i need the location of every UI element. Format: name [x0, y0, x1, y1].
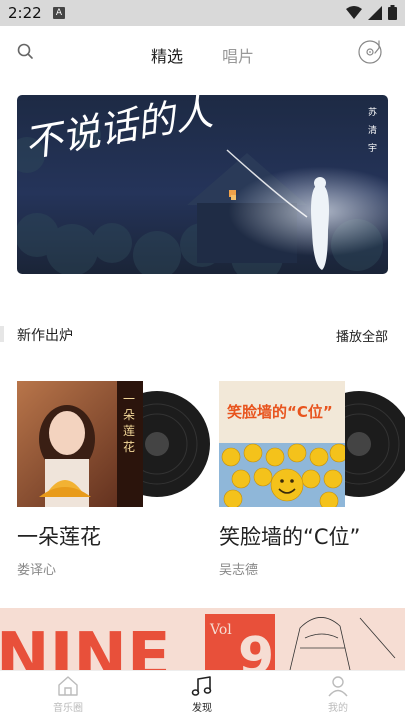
cover-title: 笑脸墙的“C位” [227, 403, 333, 421]
featured-banner[interactable]: 不说话的人 苏 清 宇 [17, 95, 388, 274]
promo-banner[interactable]: NINE Vol 9 [0, 608, 405, 670]
section-marker [0, 326, 4, 342]
promo-text: NINE [0, 620, 171, 670]
banner-artist-1: 苏 [368, 106, 377, 118]
album-title: 一朵莲花 [17, 525, 101, 549]
home-icon [58, 676, 78, 696]
banner-artist-3: 宇 [368, 142, 377, 154]
nav-label: 音乐圈 [53, 703, 83, 714]
search-icon [17, 43, 33, 59]
notification-icon: A [53, 7, 65, 19]
album-card[interactable]: 笑脸墙的“C位” 笑脸墙的“C位” 吴志德 [219, 381, 405, 581]
album-title: 笑脸墙的“C位” [219, 525, 361, 549]
battery-icon [388, 5, 397, 20]
cell-signal-icon [368, 5, 382, 20]
cover-text-4: 花 [123, 439, 135, 454]
app-root: 2:22 A 精选 唱片 不说话的人 苏 清 宇 新作出炉 播放全部 一 朵 莲… [0, 0, 405, 721]
turntable-icon [358, 40, 382, 64]
banner-artist-2: 清 [368, 124, 377, 136]
nav-label: 发现 [192, 703, 212, 714]
top-header: 精选 唱片 [0, 26, 405, 78]
status-time: 2:22 [8, 4, 42, 22]
wifi-icon [346, 5, 362, 19]
music-note-icon [191, 676, 212, 696]
section-title: 新作出炉 [17, 328, 73, 344]
promo-vol: Vol [209, 622, 232, 638]
nav-music-circle[interactable]: 音乐圈 [33, 675, 103, 714]
search-button[interactable] [16, 42, 36, 62]
nav-mine[interactable]: 我的 [303, 675, 373, 714]
turntable-button[interactable] [354, 39, 386, 65]
album-cover: 一 朵 莲 花 [17, 381, 143, 507]
cover-text-1: 一 [123, 392, 135, 406]
album-card[interactable]: 一 朵 莲 花 一朵莲花 娄译心 [17, 381, 210, 581]
person-icon [328, 676, 348, 697]
promo-artwork: NINE Vol 9 [0, 608, 405, 670]
album-artist: 吴志德 [219, 563, 259, 578]
status-bar: 2:22 A [0, 0, 405, 26]
promo-number: 9 [238, 627, 274, 670]
nav-label: 我的 [328, 703, 348, 714]
cover-text-3: 莲 [123, 424, 135, 438]
nav-discover[interactable]: 发现 [167, 675, 237, 714]
bottom-nav: 音乐圈 发现 我的 [0, 670, 405, 721]
album-artist: 娄译心 [17, 563, 57, 578]
play-all-button[interactable]: 播放全部 [336, 326, 388, 345]
cover-text-2: 朵 [123, 408, 135, 422]
banner-artwork: 不说话的人 苏 清 宇 [17, 95, 388, 274]
tab-records[interactable]: 唱片 [222, 43, 254, 67]
status-icons [346, 5, 397, 20]
album-cover: 笑脸墙的“C位” [219, 381, 345, 507]
tab-featured[interactable]: 精选 [151, 43, 183, 67]
